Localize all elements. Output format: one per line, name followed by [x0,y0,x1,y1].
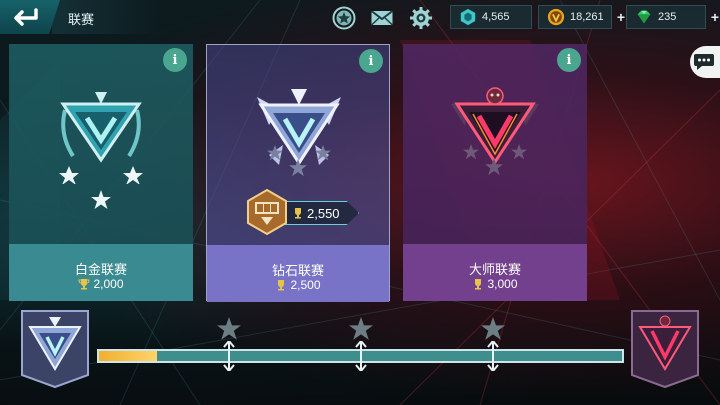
league-card-footer: 大师联赛 3,000 [403,244,587,301]
add-gems-button[interactable]: + [711,9,719,25]
star-icon [91,190,111,209]
milestone-star-icon [481,317,505,340]
credits-value: 18,261 [570,11,604,23]
platinum-league-emblem-icon [59,92,143,184]
trophy-requirement-value: 3,000 [487,277,518,291]
star-icon [315,145,331,161]
league-card-footer: 钻石联赛 2,500 [207,245,389,302]
trophy-icon [78,279,90,290]
league-card-platinum[interactable]: i 白金联赛 2,000 [9,44,193,301]
rank-hex-icon [247,189,287,235]
gold-v-coin-icon [547,8,565,26]
league-progress [0,305,720,405]
green-gem-icon [637,10,651,24]
league-card-footer: 白金联赛 2,000 [9,244,193,301]
current-rank-badge: 2,550 [247,189,359,237]
star-icon [485,158,503,176]
next-league-emblem-icon [631,310,699,389]
current-league-emblem-icon [21,310,89,389]
gems-value: 235 [658,11,677,23]
trophy-requirement: 2,000 [9,277,193,291]
milestone-star-icon [217,317,241,340]
league-card-body: i [9,44,193,244]
current-trophies-value: 2,550 [307,205,340,221]
add-credits-button[interactable]: + [617,9,625,25]
info-button[interactable]: i [163,48,187,72]
league-name: 大师联赛 [468,263,521,278]
star-icon [463,144,479,160]
chat-bubble-icon [694,54,714,70]
league-name: 钻石联赛 [271,264,324,279]
trophy-icon [278,280,285,291]
star-icon [511,144,527,160]
info-button[interactable]: i [359,49,383,73]
trophy-requirement: 3,000 [403,277,587,291]
mail-icon[interactable] [370,6,394,30]
credits-counter[interactable]: 18,261 + [538,5,625,29]
page-title: 联赛 [68,13,95,28]
star-icon [289,159,307,177]
league-card-body: i [403,44,587,244]
info-button[interactable]: i [557,48,581,72]
hex-chip-icon [460,8,476,26]
star-icon [267,145,283,161]
milestone-marker [355,341,367,371]
star-badge-icon[interactable] [332,6,356,30]
progress-fill [99,351,157,361]
top-bar: 联赛 4,565 18,261 + 235 + [0,0,720,36]
chat-button[interactable] [690,46,720,78]
league-name: 白金联赛 [74,263,127,278]
trophy-icon [295,208,301,219]
milestone-star-icon [349,317,373,340]
cores-value: 4,565 [482,11,510,23]
gear-icon[interactable] [409,6,433,30]
back-button[interactable] [0,0,60,34]
trophy-requirement: 2,500 [207,278,389,292]
back-arrow-icon [14,8,38,26]
league-card-body: i 2,550 [207,45,389,245]
gems-counter[interactable]: 235 + [626,5,719,29]
milestone-marker [487,341,499,371]
trophy-requirement-value: 2,500 [290,278,321,292]
cores-counter[interactable]: 4,565 [450,5,532,29]
trophy-icon [475,279,482,290]
league-card-master[interactable]: i 大师联赛 3,000 [403,44,587,301]
milestone-marker [223,341,235,371]
league-card-diamond[interactable]: i 2,550 钻石联赛 2,500 [206,44,390,302]
trophy-requirement-value: 2,000 [93,277,124,291]
